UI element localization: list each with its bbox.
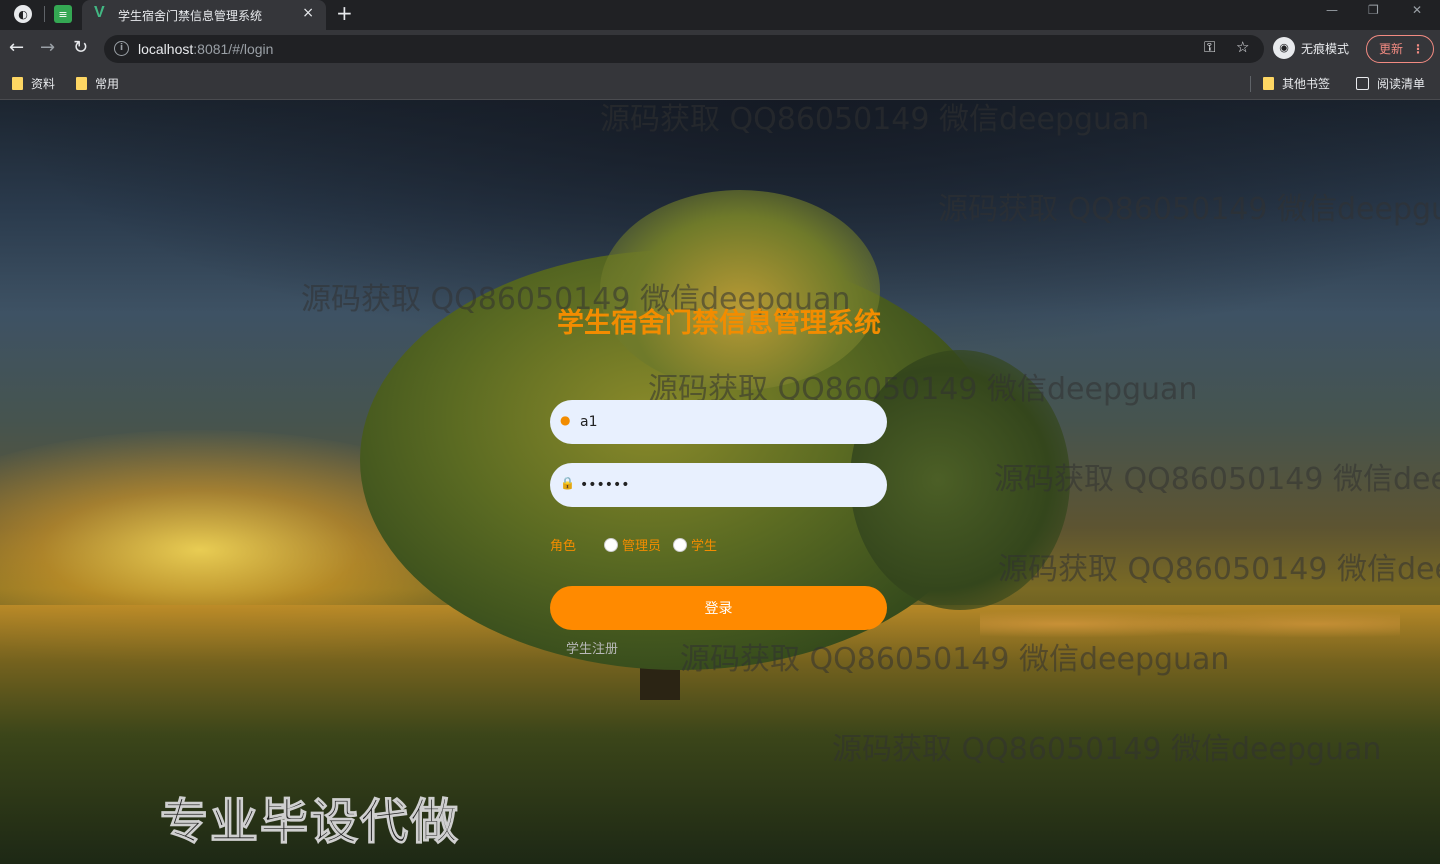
- bookmarks-bar: 资料 常用 其他书签 阅读清单: [0, 68, 1440, 100]
- bookmark-label: 常用: [95, 77, 120, 91]
- username-field[interactable]: ●: [550, 400, 887, 444]
- tab-close-icon[interactable]: ×: [302, 5, 314, 21]
- user-icon: ●: [560, 413, 571, 427]
- reading-list-icon: [1356, 77, 1369, 90]
- reading-list-label: 阅读清单: [1377, 77, 1426, 91]
- role-label: 角色: [550, 539, 577, 554]
- address-bar[interactable]: i localhost:8081/#/login ⚿ ☆: [104, 35, 1264, 63]
- folder-icon: [1263, 77, 1274, 90]
- role-selector: 角色 管理员 学生: [550, 535, 717, 554]
- student-register-link[interactable]: 学生注册: [566, 638, 618, 657]
- reload-icon[interactable]: ↻: [73, 37, 88, 58]
- new-tab-button[interactable]: +: [336, 1, 353, 25]
- password-field[interactable]: 🔒: [550, 463, 887, 507]
- update-button[interactable]: 更新 ⋮: [1366, 35, 1434, 63]
- incognito-icon: ◉: [1273, 37, 1295, 59]
- login-page: 源码获取 QQ86050149 微信deepguan 源码获取 QQ860501…: [0, 100, 1440, 864]
- watermark: 源码获取 QQ86050149 微信deepguan: [938, 192, 1440, 227]
- tab-divider: [44, 6, 45, 22]
- incognito-indicator[interactable]: ◉ 无痕模式: [1273, 37, 1349, 59]
- sheets-icon[interactable]: ≡: [54, 5, 72, 23]
- url-path: :8081/#/login: [193, 41, 274, 57]
- back-icon[interactable]: ←: [9, 37, 24, 58]
- restore-icon[interactable]: ❐: [1368, 3, 1379, 17]
- globe-icon[interactable]: ◐: [14, 5, 32, 23]
- login-button[interactable]: 登录: [550, 586, 887, 630]
- menu-dots-icon: ⋮: [1412, 42, 1424, 56]
- tab-title: 学生宿舍门禁信息管理系统: [118, 9, 263, 23]
- tab-active[interactable]: V 学生宿舍门禁信息管理系统 ×: [82, 0, 326, 30]
- bookmark-folder-ziliao[interactable]: 资料: [12, 75, 55, 92]
- browser-tab-bar: ◐ ≡ V 学生宿舍门禁信息管理系统 × + — ❐ ✕: [0, 0, 1440, 30]
- other-bookmarks[interactable]: 其他书签: [1263, 75, 1330, 92]
- username-input[interactable]: [580, 408, 870, 436]
- vue-logo-icon: V: [94, 4, 105, 21]
- url-text[interactable]: localhost:8081/#/login: [138, 41, 273, 57]
- bookmark-label: 资料: [31, 77, 56, 91]
- lock-icon: 🔒: [560, 476, 575, 490]
- password-input[interactable]: [580, 471, 870, 499]
- key-icon[interactable]: ⚿: [1204, 38, 1215, 56]
- url-host: localhost: [138, 41, 194, 57]
- reading-list[interactable]: 阅读清单: [1356, 75, 1425, 92]
- corner-ad-text: 专业毕设代做: [159, 793, 461, 850]
- folder-icon: [12, 77, 23, 90]
- role-option-student[interactable]: 学生: [691, 535, 717, 554]
- watermark: 源码获取 QQ86050149 微信deepguan: [832, 732, 1382, 767]
- other-bookmarks-label: 其他书签: [1282, 77, 1331, 91]
- star-icon[interactable]: ☆: [1236, 38, 1249, 56]
- watermark: 源码获取 QQ86050149 微信deepguan: [680, 642, 1230, 677]
- watermark: 源码获取 QQ86050149 微信deepguan: [600, 102, 1150, 137]
- site-info-icon[interactable]: i: [114, 41, 129, 56]
- incognito-label: 无痕模式: [1301, 41, 1350, 56]
- bookmark-folder-changyong[interactable]: 常用: [76, 75, 119, 92]
- role-option-admin[interactable]: 管理员: [622, 535, 661, 554]
- role-radio-admin[interactable]: [604, 537, 619, 552]
- login-title: 学生宿舍门禁信息管理系统: [557, 308, 881, 339]
- watermark: 源码获取 QQ86050149 微信deepguan: [994, 462, 1440, 497]
- folder-icon: [76, 77, 87, 90]
- forward-icon[interactable]: →: [40, 37, 55, 58]
- bookmark-divider: [1250, 76, 1251, 92]
- browser-toolbar: ← → ↻ i localhost:8081/#/login ⚿ ☆ ◉ 无痕模…: [0, 30, 1440, 68]
- window-close-icon[interactable]: ✕: [1412, 3, 1422, 17]
- update-label: 更新: [1379, 42, 1404, 56]
- watermark: 源码获取 QQ86050149 微信deepguan: [998, 552, 1440, 587]
- role-radio-student[interactable]: [673, 537, 688, 552]
- minimize-icon[interactable]: —: [1326, 3, 1338, 17]
